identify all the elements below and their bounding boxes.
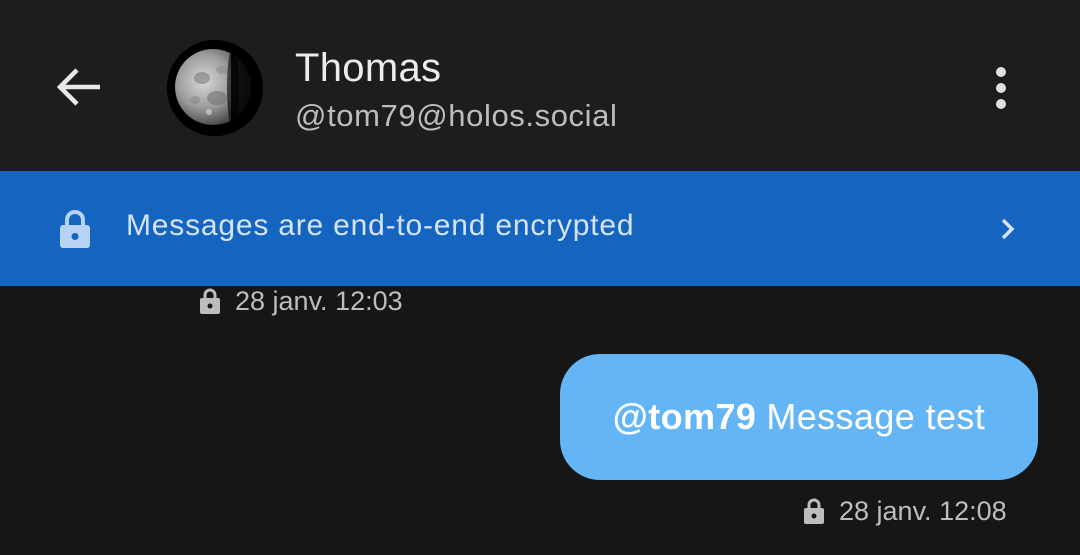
avatar[interactable] xyxy=(167,40,263,136)
message-text: Message test xyxy=(766,396,986,437)
more-vertical-icon xyxy=(996,67,1006,109)
timestamp-text: 28 janv. 12:08 xyxy=(839,496,1007,526)
message-timestamp: 28 janv. 12:08 xyxy=(803,496,1007,527)
lock-icon xyxy=(60,210,90,248)
app-bar: Thomas @tom79@holos.social xyxy=(0,0,1080,171)
contact-name: Thomas xyxy=(295,46,442,90)
arrow-left-icon xyxy=(56,68,100,106)
moon-avatar-image xyxy=(167,40,263,136)
timestamp-text: 28 janv. 12:03 xyxy=(235,286,403,316)
message-timestamp: 28 janv. 12:03 xyxy=(199,286,403,317)
encryption-banner[interactable]: Messages are end-to-end encrypted xyxy=(0,171,1080,286)
more-options-button[interactable] xyxy=(975,60,1027,116)
back-button[interactable] xyxy=(50,58,108,116)
chevron-right-icon xyxy=(1001,218,1015,240)
lock-icon xyxy=(200,288,220,314)
lock-icon xyxy=(804,498,824,524)
encryption-banner-text: Messages are end-to-end encrypted xyxy=(126,209,635,242)
message-bubble[interactable]: @tom79 Message test xyxy=(560,354,1038,480)
message-mention[interactable]: @tom79 xyxy=(613,396,757,438)
contact-handle: @tom79@holos.social xyxy=(295,98,618,133)
